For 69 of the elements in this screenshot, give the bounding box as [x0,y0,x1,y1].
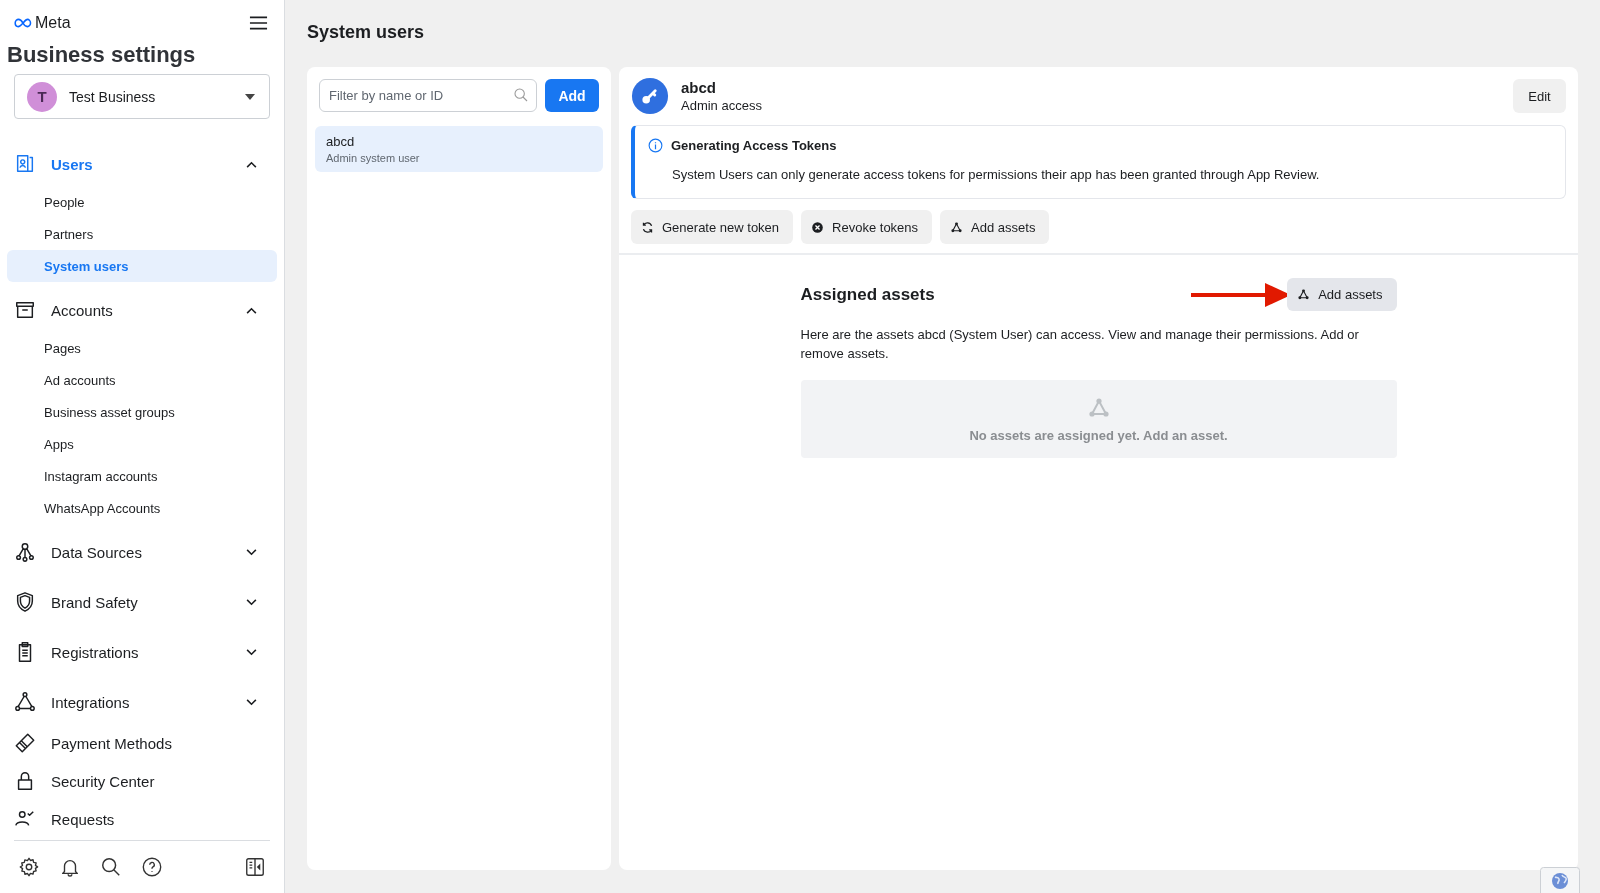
nav-subitem[interactable]: People [7,186,277,218]
user-name: abcd [326,134,356,149]
page-title: System users [307,21,426,44]
nav-item[interactable]: Payment Methods [7,724,277,762]
nav-subitem[interactable]: Apps [7,428,277,460]
menu-icon[interactable] [249,15,268,31]
section-heading: Assigned assets [800,284,936,305]
key-icon [631,77,669,115]
nav-item[interactable]: Users [7,142,277,186]
add-assets-button[interactable]: Add assets [940,210,1050,244]
nav-subitem[interactable]: System users [7,250,277,282]
card-icon [14,732,36,754]
nav-item[interactable]: Requests [7,800,277,838]
network-nodes-icon [14,541,36,563]
shield-icon [14,591,36,613]
nav-subitem[interactable]: Instagram accounts [7,460,277,492]
add-assets-button[interactable]: Add assets [1287,278,1397,311]
archive-box-icon [14,299,36,321]
nav-subitem[interactable]: Partners [7,218,277,250]
nav-subitem[interactable]: Business asset groups [7,396,277,428]
chevron-icon [246,548,257,556]
search-icon [513,87,529,103]
refresh-icon [641,220,654,234]
nav-item[interactable]: Brand Safety [7,580,277,624]
user-list-item[interactable]: abcd Admin system user [315,126,603,172]
triangle-nodes-icon [950,220,964,234]
access-level: Admin access [681,98,763,113]
nav-item[interactable]: Integrations [7,680,277,724]
infinity-icon [14,18,32,28]
chevron-icon [246,598,257,606]
notice-title: Generating Access Tokens [671,138,837,153]
globe-icon[interactable] [1540,867,1580,893]
info-icon [648,138,663,153]
chevron-icon [246,160,257,168]
triangle-nodes-icon [14,691,36,713]
add-button[interactable]: Add [545,79,599,112]
panel-toggle-icon[interactable] [244,856,266,878]
users-icon [14,153,36,175]
user-role: Admin system user [326,152,421,164]
chevron-icon [246,648,257,656]
triangle-nodes-icon [1297,288,1311,301]
cross-circle-icon [811,220,825,234]
system-user-name: abcd [681,79,717,96]
brand-name: Meta [35,14,71,32]
help-icon[interactable] [141,856,163,878]
nav-subitem[interactable]: Ad accounts [7,364,277,396]
business-name: Test Business [69,88,157,105]
nav-item[interactable]: Data Sources [7,530,277,574]
search-field[interactable]: Filter by name or ID [319,79,537,112]
business-selector[interactable]: T Test Business [14,74,270,119]
notice-text: System Users can only generate access tokens for permissions their app has been granted through App Review. [672,167,1321,182]
chevron-icon [246,698,257,706]
triangle-nodes-icon [1086,395,1111,420]
nav-item[interactable]: Registrations [7,630,277,674]
chevron-icon [246,306,257,314]
nav-subitem[interactable]: Pages [7,332,277,364]
settings-icon[interactable] [18,856,40,878]
nav-item[interactable]: Accounts [7,288,277,332]
nav-item[interactable]: Security Center [7,762,277,800]
revoke-tokens-button[interactable]: Revoke tokens [801,210,933,244]
generate-token-button[interactable]: Generate new token [631,210,794,244]
nav-subitem[interactable]: WhatsApp Accounts [7,492,277,524]
edit-button[interactable]: Edit [1513,79,1566,113]
avatar: T [27,81,57,112]
search-icon[interactable] [100,856,122,878]
section-description: Here are the assets abcd (System User) can access. View and manage their permissions. Add or remove assets. [800,326,1360,363]
caret-icon [245,93,255,100]
empty-message: No assets are assigned yet. Add an asset. [969,427,1228,443]
page-heading: Business settings [7,42,197,68]
